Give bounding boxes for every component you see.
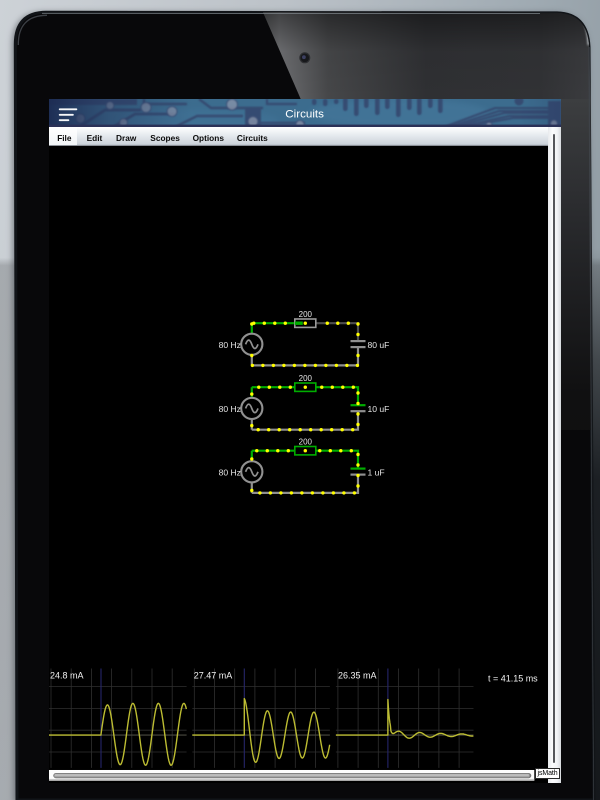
- svg-text:200: 200: [298, 310, 312, 319]
- svg-text:80 Hz: 80 Hz: [218, 340, 240, 350]
- svg-text:26.35 mA: 26.35 mA: [338, 671, 376, 681]
- svg-text:1 uF: 1 uF: [367, 468, 384, 478]
- svg-text:80 uF: 80 uF: [367, 340, 389, 350]
- svg-text:Circuits: Circuits: [285, 108, 324, 120]
- svg-text:80 Hz: 80 Hz: [218, 468, 240, 478]
- svg-text:200: 200: [298, 438, 312, 447]
- svg-text:t = 41.15 ms: t = 41.15 ms: [488, 674, 538, 684]
- svg-text:24.8 mA: 24.8 mA: [50, 671, 83, 681]
- svg-text:27.47 mA: 27.47 mA: [193, 671, 231, 681]
- svg-text:80 Hz: 80 Hz: [218, 404, 240, 414]
- svg-text:10 uF: 10 uF: [367, 404, 389, 414]
- svg-text:200: 200: [298, 374, 312, 383]
